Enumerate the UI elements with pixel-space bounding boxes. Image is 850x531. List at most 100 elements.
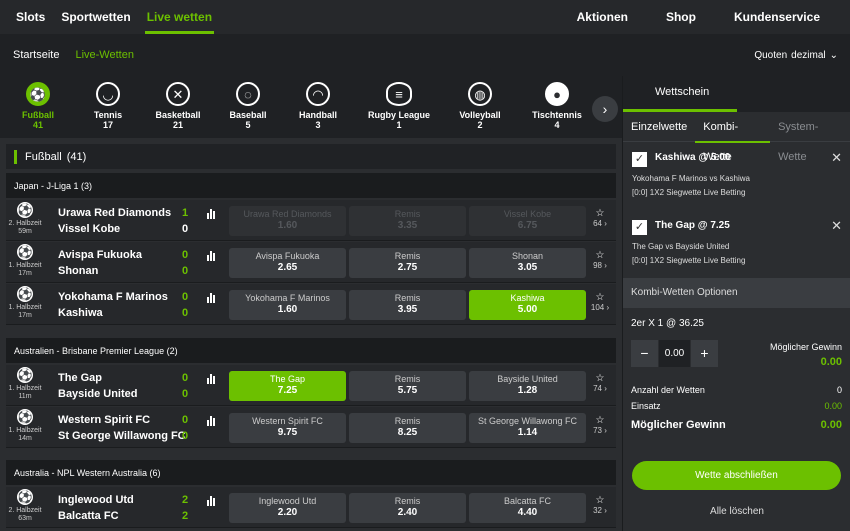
sport-tab-handball[interactable]: ◠ Handball 3: [283, 76, 353, 138]
close-icon[interactable]: ✕: [831, 218, 842, 234]
odds-button-home[interactable]: Inglewood Utd 2.20: [229, 493, 346, 523]
nav-live-wetten[interactable]: Live wetten: [139, 0, 220, 34]
home-score: 1: [182, 207, 189, 219]
league-header[interactable]: Australia - NPL Western Australia (6): [6, 460, 616, 485]
odds-button-away-selected[interactable]: Kashiwa 5.00: [469, 290, 586, 320]
stake-row: − 0.00 + Möglicher Gewinn 0.00: [623, 336, 850, 382]
more-markets[interactable]: ☆ 98 ›: [590, 250, 610, 270]
plus-icon[interactable]: +: [691, 340, 718, 367]
match-minute: 17m: [18, 312, 32, 319]
soccer-ball-icon: ⚽: [17, 489, 33, 505]
home-team[interactable]: Inglewood Utd: [58, 494, 134, 506]
handball-icon: ◠: [306, 82, 330, 106]
section-count: (41): [66, 150, 87, 163]
stats-icon[interactable]: [207, 209, 215, 219]
sport-name: Volleyball: [459, 110, 501, 120]
stats-icon[interactable]: [207, 416, 215, 426]
more-markets[interactable]: ☆ 104 ›: [590, 292, 610, 312]
more-markets[interactable]: ☆ 73 ›: [590, 415, 610, 435]
chevron-right-icon[interactable]: ›: [592, 96, 618, 122]
home-team[interactable]: Avispa Fukuoka: [58, 249, 142, 261]
sport-count: 3: [315, 120, 321, 130]
tab-kombi-wette[interactable]: Kombi-Wette: [695, 112, 770, 163]
sport-tab-tischtennis[interactable]: ● Tischtennis 4: [515, 76, 599, 138]
stake-total-value: 0.00: [824, 401, 842, 411]
sport-tab-volleyball[interactable]: ◍ Volleyball 2: [445, 76, 515, 138]
odds-button-home[interactable]: Avispa Fukuoka 2.65: [229, 248, 346, 278]
odds-button-away[interactable]: St George Willawong FC 1.14: [469, 413, 586, 443]
clear-all-button[interactable]: Alle löschen: [623, 506, 850, 517]
odds-button-home[interactable]: Western Spirit FC 9.75: [229, 413, 346, 443]
home-team[interactable]: Yokohama F Marinos: [58, 291, 168, 303]
home-team[interactable]: Urawa Red Diamonds: [58, 207, 171, 219]
sport-tab-basketball[interactable]: ✕ Basketball 21: [143, 76, 213, 138]
tab-einzelwette[interactable]: Einzelwette: [623, 112, 695, 142]
breadcrumb-live-wetten[interactable]: Live-Wetten: [75, 49, 134, 61]
sport-tab-tennis[interactable]: ◡ Tennis 17: [73, 76, 143, 138]
sport-count: 1: [396, 120, 402, 130]
stats-icon[interactable]: [207, 293, 215, 303]
total-gain-row: Möglicher Gewinn 0.00: [623, 414, 850, 436]
away-team[interactable]: Shonan: [58, 265, 98, 277]
bet-type-tabs: Einzelwette Kombi-Wette System-Wette: [623, 112, 850, 163]
match-clock: ⚽ 1. Halbzeit 17m: [6, 244, 44, 278]
star-icon: ☆: [595, 208, 605, 219]
nav-sportwetten[interactable]: Sportwetten: [53, 0, 138, 34]
stake-input[interactable]: 0.00: [658, 340, 691, 367]
volleyball-icon: ◍: [468, 82, 492, 106]
away-team[interactable]: Balcatta FC: [58, 510, 119, 522]
more-markets[interactable]: ☆ 64 ›: [590, 208, 610, 228]
odds-format-select[interactable]: Quoten dezimal ⌄: [754, 50, 838, 61]
bet-selection: ✓ Kashiwa @ 5.00 ✕ Yokohama F Marinos vs…: [623, 142, 850, 210]
sport-tab-fussball[interactable]: ⚽ Fußball 41: [3, 76, 73, 138]
breadcrumb-startseite[interactable]: Startseite: [13, 49, 59, 61]
more-markets[interactable]: ☆ 74 ›: [590, 373, 610, 393]
odds-button-draw[interactable]: Remis 2.40: [349, 493, 466, 523]
odds-button-draw[interactable]: Remis 2.75: [349, 248, 466, 278]
sport-tab-rugby-league[interactable]: ≡ Rugby League 1: [353, 76, 445, 138]
odds-button-draw[interactable]: Remis 3.95: [349, 290, 466, 320]
bet-selection: ✓ The Gap @ 7.25 ✕ The Gap vs Bayside Un…: [623, 210, 850, 278]
selection-title: Kashiwa @ 5.00: [655, 152, 731, 163]
stats-icon[interactable]: [207, 496, 215, 506]
stats-icon[interactable]: [207, 251, 215, 261]
odds-button-home[interactable]: Yokohama F Marinos 1.60: [229, 290, 346, 320]
place-bet-button[interactable]: Wette abschließen: [632, 461, 841, 490]
home-team[interactable]: The Gap: [58, 372, 102, 384]
more-markets[interactable]: ☆ 32 ›: [590, 495, 610, 515]
away-score: 0: [182, 265, 189, 277]
checkbox-checked-icon[interactable]: ✓: [632, 152, 647, 167]
odds-button-away[interactable]: Balcatta FC 4.40: [469, 493, 586, 523]
nav-shop[interactable]: Shop: [658, 0, 704, 34]
away-team[interactable]: Kashiwa: [58, 307, 103, 319]
away-team[interactable]: Vissel Kobe: [58, 223, 120, 235]
bet-count-row: Anzahl der Wetten 0: [623, 382, 850, 398]
odds-button-away[interactable]: Vissel Kobe 6.75: [469, 206, 586, 236]
home-score: 0: [182, 291, 189, 303]
odds-button-draw[interactable]: Remis 8.25: [349, 413, 466, 443]
away-team[interactable]: St George Willawong FC: [58, 430, 186, 442]
odds-button-away[interactable]: Bayside United 1.28: [469, 371, 586, 401]
combo-options-header[interactable]: Kombi-Wetten Optionen: [623, 278, 850, 308]
sport-tab-baseball[interactable]: ◌ Baseball 5: [213, 76, 283, 138]
nav-slots[interactable]: Slots: [8, 0, 53, 34]
home-score: 0: [182, 372, 189, 384]
odds-button-away[interactable]: Shonan 3.05: [469, 248, 586, 278]
odds-button-home-selected[interactable]: The Gap 7.25: [229, 371, 346, 401]
home-team[interactable]: Western Spirit FC: [58, 414, 150, 426]
nav-kundenservice[interactable]: Kundenservice: [726, 0, 828, 34]
league-header[interactable]: Australien - Brisbane Premier League (2): [6, 338, 616, 363]
sport-count: 5: [245, 120, 251, 130]
stats-icon[interactable]: [207, 374, 215, 384]
nav-aktionen[interactable]: Aktionen: [569, 0, 636, 34]
odds-button-draw[interactable]: Remis 5.75: [349, 371, 466, 401]
tab-system-wette[interactable]: System-Wette: [770, 112, 850, 163]
away-team[interactable]: Bayside United: [58, 388, 137, 400]
close-icon[interactable]: ✕: [831, 150, 842, 166]
minus-icon[interactable]: −: [631, 340, 658, 367]
odds-button-draw[interactable]: Remis 3.35: [349, 206, 466, 236]
odds-button-home[interactable]: Urawa Red Diamonds 1.60: [229, 206, 346, 236]
checkbox-checked-icon[interactable]: ✓: [632, 220, 647, 235]
league-header[interactable]: Japan - J-Liga 1 (3): [6, 173, 616, 198]
tennis-ball-icon: ◡: [96, 82, 120, 106]
